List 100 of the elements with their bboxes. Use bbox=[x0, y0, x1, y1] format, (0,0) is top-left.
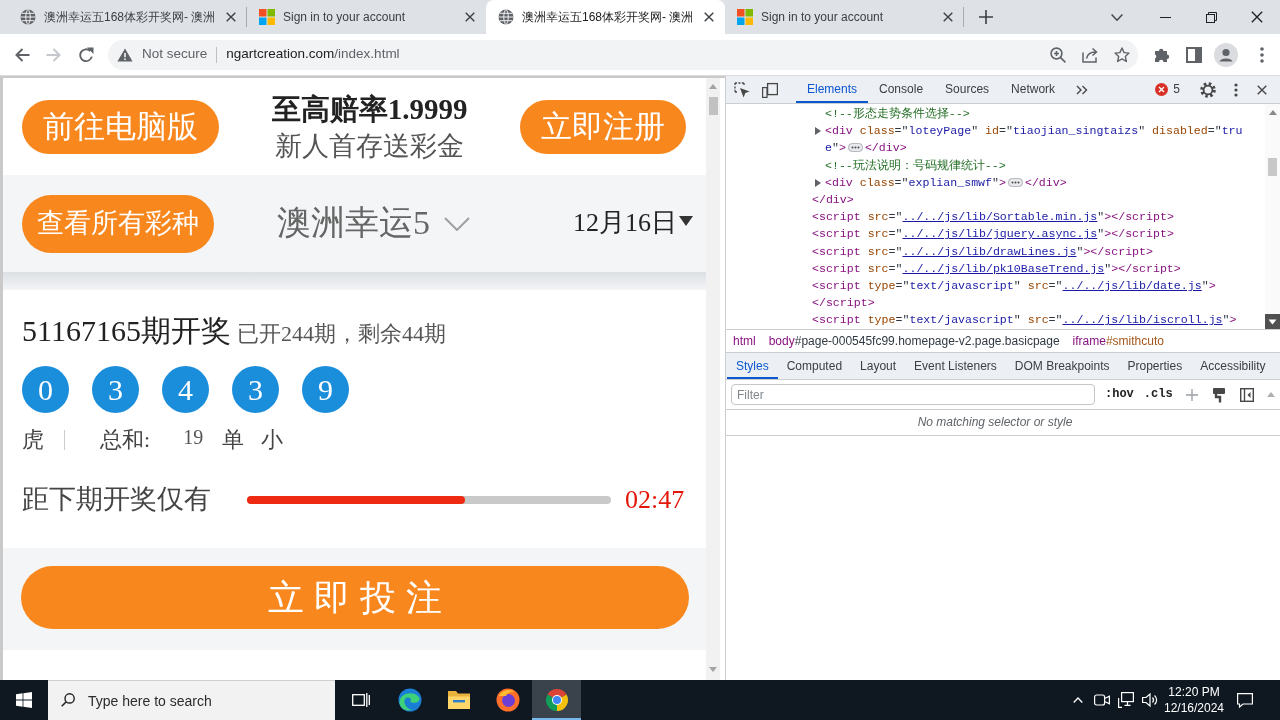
scrollbar[interactable] bbox=[706, 78, 720, 680]
globe-icon bbox=[498, 9, 514, 25]
file-link[interactable]: ../../js/lib/date.js bbox=[1062, 279, 1202, 293]
notification-icon[interactable] bbox=[1237, 692, 1253, 708]
browser-tab[interactable]: 澳洲幸运五168体彩开奖网- 澳洲 bbox=[486, 0, 725, 34]
browser-icon[interactable] bbox=[495, 688, 520, 712]
code-line: <script src="../../js/lib/pk10BaseTrend.js"></script> bbox=[812, 260, 1182, 277]
close-icon[interactable] bbox=[465, 12, 475, 22]
styles-pane-tab[interactable]: Styles bbox=[727, 353, 778, 379]
share-icon[interactable] bbox=[1082, 46, 1098, 63]
avatar-icon[interactable] bbox=[1214, 42, 1238, 67]
star-icon[interactable] bbox=[1114, 46, 1130, 63]
clock-time[interactable]: 12:20 PM bbox=[1162, 684, 1226, 700]
close-icon[interactable] bbox=[943, 12, 953, 22]
back-arrow-icon[interactable] bbox=[14, 46, 30, 63]
kebab-menu-icon[interactable] bbox=[1234, 82, 1238, 97]
countdown-timer: 02:47 bbox=[625, 483, 685, 516]
security-label[interactable]: Not secure bbox=[142, 46, 208, 63]
styles-pane-tab[interactable]: Properties bbox=[1118, 353, 1192, 379]
network-icon[interactable] bbox=[1118, 692, 1134, 708]
url-text[interactable]: ngartcreation.com/index.html bbox=[226, 46, 400, 63]
breadcrumb-item[interactable]: iframe#smithcuto bbox=[1072, 333, 1164, 349]
browser-tab[interactable]: 澳洲幸运五168体彩开奖网- 澳洲 bbox=[8, 0, 247, 34]
promo-title: 至高赔率1.9999 bbox=[271, 91, 468, 126]
device-toolbar-icon[interactable] bbox=[762, 81, 778, 98]
brush-icon[interactable] bbox=[1211, 386, 1226, 403]
file-link[interactable]: ../../js/lib/iscroll.js bbox=[1062, 313, 1223, 327]
styles-pane-tab[interactable]: Accessibility bbox=[1191, 353, 1275, 379]
style-toggle-button[interactable]: :hov bbox=[1105, 387, 1134, 402]
clock-date[interactable]: 12/16/2024 bbox=[1162, 700, 1226, 716]
restore-icon[interactable] bbox=[1205, 11, 1217, 23]
promo-subtitle: 新人首存送彩金 bbox=[275, 129, 464, 162]
more-tabs-icon[interactable] bbox=[1076, 84, 1089, 95]
result-ball: 9 bbox=[302, 366, 349, 413]
filter-field[interactable]: Filter bbox=[731, 384, 1095, 405]
file-link[interactable]: ../../js/lib/pk10BaseTrend.js bbox=[902, 261, 1105, 275]
scroll-up-arrow-icon[interactable] bbox=[1268, 110, 1277, 115]
devtools-tab[interactable]: Elements bbox=[796, 76, 869, 103]
volume-icon[interactable] bbox=[1142, 692, 1158, 708]
chevron-down-icon[interactable] bbox=[1111, 13, 1123, 21]
date-dropdown[interactable]: 12月16日 bbox=[573, 207, 693, 240]
close-icon[interactable] bbox=[704, 12, 714, 22]
taskbar-app-button[interactable] bbox=[532, 680, 581, 720]
scroll-thumb[interactable] bbox=[1268, 158, 1277, 176]
devtools-tab[interactable]: Sources bbox=[934, 76, 1001, 103]
code-line: <script src="../../js/lib/Sortable.min.js"></script> bbox=[812, 209, 1175, 226]
folder-icon[interactable] bbox=[446, 689, 471, 711]
code-line: <!--形态走势条件选择--> bbox=[825, 106, 971, 122]
issue-title: 51167165期开奖 bbox=[22, 313, 231, 349]
close-icon[interactable] bbox=[1257, 84, 1267, 95]
styles-pane-tab[interactable]: DOM Breakpoints bbox=[1005, 353, 1119, 379]
browser-icon[interactable] bbox=[544, 688, 569, 712]
breadcrumb-item[interactable]: html bbox=[733, 333, 756, 349]
expand-triangle-icon[interactable] bbox=[815, 178, 821, 187]
scroll-thumb[interactable] bbox=[708, 97, 718, 115]
kebab-menu-icon[interactable] bbox=[1260, 46, 1264, 63]
plus-icon[interactable] bbox=[979, 10, 993, 24]
browser-tab[interactable]: Sign in to your account bbox=[247, 0, 486, 34]
sum-label: 总和: bbox=[100, 426, 151, 454]
devtools-tab[interactable]: Console bbox=[868, 76, 935, 103]
settings-icon[interactable] bbox=[1200, 81, 1216, 98]
inspect-element-icon[interactable] bbox=[734, 81, 750, 98]
side-panel-icon[interactable] bbox=[1186, 46, 1202, 63]
four-squares-icon bbox=[259, 9, 275, 25]
chevron-down-icon bbox=[444, 216, 470, 231]
browser-tab[interactable]: Sign in to your account bbox=[725, 0, 964, 34]
close-icon[interactable] bbox=[1251, 11, 1263, 23]
styles-pane-tab[interactable]: Event Listeners bbox=[905, 353, 1006, 379]
breadcrumb-item[interactable]: body#page-000545fc99.homepage-v2.page.basicpage bbox=[768, 333, 1060, 349]
code-line: <script type="text/javascript" src="../../js/lib/date.js"> </script> bbox=[812, 278, 1217, 312]
caret-down-icon bbox=[679, 215, 693, 226]
code-line: <script src="../../js/lib/drawLines.js"></script> bbox=[812, 243, 1154, 260]
minimize-icon[interactable] bbox=[1159, 16, 1171, 18]
styles-pane-tab[interactable]: Layout bbox=[851, 353, 906, 379]
video-camera-icon[interactable] bbox=[1094, 692, 1110, 708]
warning-icon bbox=[117, 47, 133, 62]
big-small-label: 小 bbox=[261, 426, 284, 454]
browser-icon[interactable] bbox=[397, 688, 422, 712]
styles-pane-tab[interactable]: Computed bbox=[777, 353, 852, 379]
lottery-dropdown[interactable]: 澳洲幸运5 bbox=[277, 202, 470, 245]
devtools-tab[interactable]: Network bbox=[1000, 76, 1067, 103]
error-count-button[interactable]: 5 bbox=[1155, 76, 1180, 103]
file-link[interactable]: ../../js/lib/jquery.async.js bbox=[902, 227, 1098, 241]
task-view-icon[interactable] bbox=[351, 692, 370, 708]
code-line: <div class="loteyPage" id="tiaojian_singtaizs" disabled="true"> </div> bbox=[825, 123, 1244, 157]
expand-triangle-icon[interactable] bbox=[815, 127, 821, 136]
taskbar-search-field[interactable]: Type here to search bbox=[48, 680, 335, 720]
puzzle-piece-icon[interactable] bbox=[1154, 46, 1170, 63]
reload-icon[interactable] bbox=[78, 46, 94, 63]
code-line: <div class="explian_smwf"> </div> bbox=[825, 174, 1068, 191]
file-link[interactable]: ../../js/lib/Sortable.min.js bbox=[902, 210, 1098, 224]
sidebar-toggle-icon[interactable] bbox=[1239, 387, 1254, 402]
close-icon[interactable] bbox=[226, 12, 236, 22]
style-toggle-button[interactable]: .cls bbox=[1143, 387, 1173, 402]
address-bar[interactable]: Not secure ngartcreation.com/index.html bbox=[108, 39, 1138, 70]
file-link[interactable]: ../../js/lib/drawLines.js bbox=[902, 244, 1077, 258]
zoom-in-icon[interactable] bbox=[1050, 46, 1066, 63]
scrollbar[interactable] bbox=[1265, 104, 1280, 329]
windows-start-icon[interactable] bbox=[16, 692, 32, 708]
chevron-up-icon[interactable] bbox=[1073, 697, 1083, 703]
